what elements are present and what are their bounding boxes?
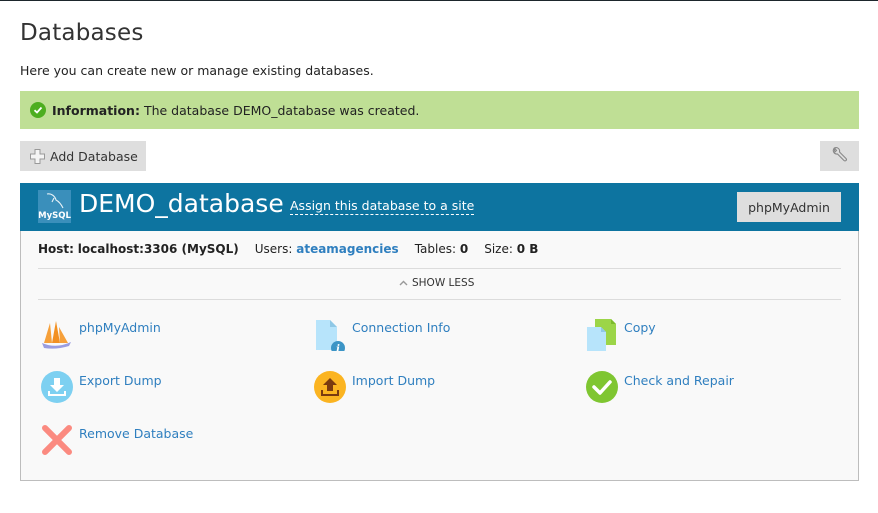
info-message: Information: The database DEMO_database … bbox=[20, 91, 859, 129]
document-info-icon: i bbox=[313, 317, 347, 355]
plus-icon bbox=[30, 148, 45, 164]
database-info: Host: localhost:3306 (MySQL) Users: atea… bbox=[38, 242, 538, 256]
user-link[interactable]: ateamagencies bbox=[296, 242, 398, 256]
mysql-logo-icon: MySQL bbox=[38, 190, 71, 223]
assign-site-link[interactable]: Assign this database to a site bbox=[290, 198, 475, 215]
check-circle-icon bbox=[30, 102, 46, 118]
users-info: Users: ateamagencies bbox=[254, 242, 399, 256]
check-repair-icon bbox=[585, 370, 619, 404]
action-remove-database[interactable]: Remove Database bbox=[40, 423, 193, 457]
host-info: Host: localhost:3306 (MySQL) bbox=[38, 242, 239, 256]
action-copy[interactable]: Copy bbox=[585, 317, 656, 352]
action-import-dump[interactable]: Import Dump bbox=[313, 370, 435, 404]
add-database-label: Add Database bbox=[50, 148, 138, 164]
settings-button[interactable] bbox=[820, 141, 859, 171]
copy-icon bbox=[585, 317, 619, 352]
action-phpmyadmin[interactable]: phpMyAdmin bbox=[40, 317, 161, 351]
info-message-text: The database DEMO_database was created. bbox=[143, 102, 420, 118]
wrench-icon bbox=[831, 146, 849, 167]
action-label: Check and Repair bbox=[624, 373, 734, 388]
import-upload-icon bbox=[313, 370, 347, 404]
action-label: Export Dump bbox=[79, 373, 162, 388]
action-export-dump[interactable]: Export Dump bbox=[40, 370, 162, 404]
action-connection-info[interactable]: i Connection Info bbox=[313, 317, 451, 355]
action-label: Remove Database bbox=[79, 426, 194, 441]
chevron-up-icon bbox=[399, 277, 408, 289]
database-panel: MySQL DEMO_database Assign this database… bbox=[20, 183, 859, 481]
action-label: phpMyAdmin bbox=[79, 320, 161, 335]
page-description: Here you can create new or manage existi… bbox=[20, 63, 374, 78]
show-less-label: SHOW LESS bbox=[412, 277, 475, 289]
page-title: Databases bbox=[20, 20, 144, 46]
info-message-label: Information: bbox=[52, 102, 140, 118]
svg-text:i: i bbox=[336, 344, 340, 351]
phpmyadmin-sailboat-icon bbox=[40, 317, 74, 351]
action-label: Import Dump bbox=[352, 373, 436, 388]
phpmyadmin-button[interactable]: phpMyAdmin bbox=[737, 192, 841, 222]
remove-x-icon bbox=[40, 423, 74, 457]
add-database-button[interactable]: Add Database bbox=[20, 141, 146, 171]
database-header: MySQL DEMO_database Assign this database… bbox=[20, 183, 859, 231]
show-less-toggle[interactable]: SHOW LESS bbox=[399, 277, 474, 289]
export-download-icon bbox=[40, 370, 74, 404]
action-label: Connection Info bbox=[352, 320, 451, 335]
top-border bbox=[0, 0, 878, 1]
action-check-repair[interactable]: Check and Repair bbox=[585, 370, 734, 404]
mysql-logo-text: MySQL bbox=[38, 211, 71, 221]
tables-info: Tables: 0 bbox=[414, 242, 469, 256]
divider bbox=[38, 299, 841, 300]
action-label: Copy bbox=[624, 320, 656, 335]
divider bbox=[38, 268, 841, 269]
size-info: Size: 0 B bbox=[484, 242, 539, 256]
database-name: DEMO_database bbox=[79, 189, 284, 218]
